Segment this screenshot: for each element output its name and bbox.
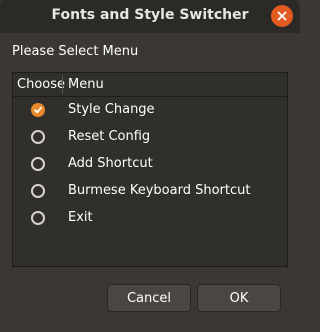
radio-checked[interactable] bbox=[31, 103, 45, 117]
radio-unchecked[interactable] bbox=[31, 211, 45, 225]
list-item-burmese-keyboard-shortcut[interactable]: Burmese Keyboard Shortcut bbox=[13, 178, 287, 205]
check-icon bbox=[34, 106, 42, 114]
select-prompt: Please Select Menu bbox=[12, 44, 139, 59]
list-item-label: Add Shortcut bbox=[68, 156, 153, 171]
radio-unchecked[interactable] bbox=[31, 184, 45, 198]
close-button[interactable] bbox=[271, 5, 293, 27]
ok-button[interactable]: OK bbox=[197, 284, 281, 312]
list-item-label: Reset Config bbox=[68, 129, 151, 144]
radio-unchecked[interactable] bbox=[31, 130, 45, 144]
close-icon bbox=[277, 11, 287, 21]
column-header-choose[interactable]: Choose bbox=[17, 73, 65, 96]
title-bar[interactable]: Fonts and Style Switcher bbox=[0, 0, 300, 33]
list-item-label: Style Change bbox=[68, 102, 155, 117]
list-item-reset-config[interactable]: Reset Config bbox=[13, 124, 287, 151]
dialog-window: Fonts and Style Switcher Please Select M… bbox=[0, 0, 300, 332]
window-title: Fonts and Style Switcher bbox=[51, 7, 249, 23]
list-item-label: Exit bbox=[68, 210, 93, 225]
list-item-style-change[interactable]: Style Change bbox=[13, 97, 287, 124]
list-item-exit[interactable]: Exit bbox=[13, 205, 287, 232]
column-header-menu[interactable]: Menu bbox=[68, 73, 104, 96]
list-item-add-shortcut[interactable]: Add Shortcut bbox=[13, 151, 287, 178]
list-item-label: Burmese Keyboard Shortcut bbox=[68, 183, 251, 198]
cancel-button[interactable]: Cancel bbox=[107, 284, 191, 312]
radio-unchecked[interactable] bbox=[31, 157, 45, 171]
column-separator bbox=[62, 75, 63, 94]
menu-list: Choose Menu Style Change Reset Config Ad… bbox=[12, 72, 288, 267]
